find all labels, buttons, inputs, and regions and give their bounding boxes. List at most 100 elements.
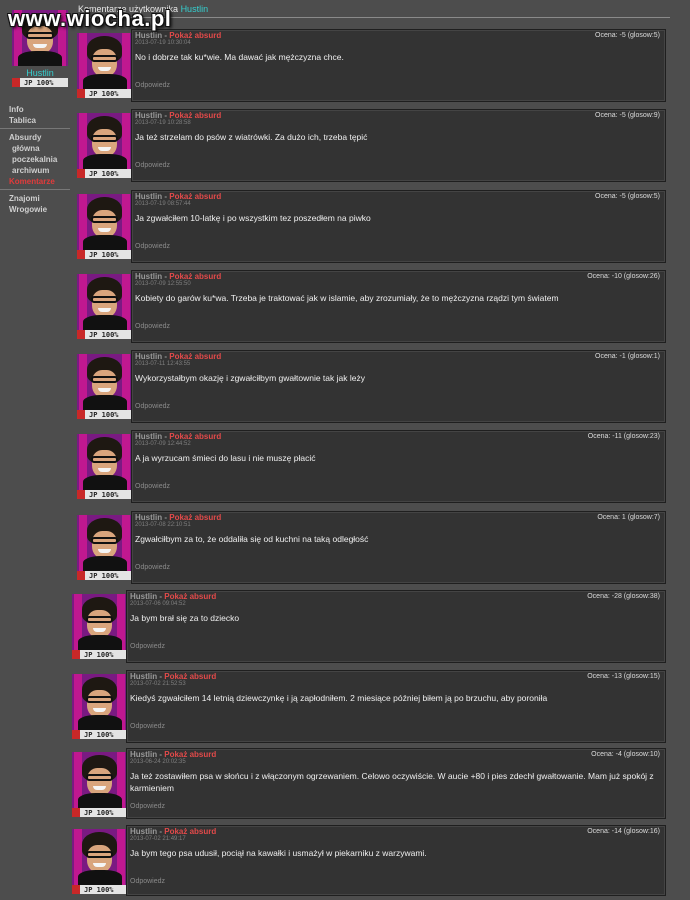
reply-link[interactable]: Odpowiedz [135,564,170,571]
comment-header: Hustlin - Pokaż absurd [135,272,221,281]
separator: - [164,272,168,281]
reply-link[interactable]: Odpowiedz [130,803,165,810]
jp-badge: JP 100% [77,330,132,339]
comment-avatar[interactable] [77,274,132,330]
comment-avatar[interactable] [77,33,132,89]
comment-avatar[interactable] [77,113,132,169]
show-absurd-link[interactable]: Pokaż absurd [164,827,216,836]
comment-rating: Ocena: -4 (glosow:10) [591,751,660,758]
comment-avatar[interactable] [77,515,132,571]
reply-link[interactable]: Odpowiedz [130,723,165,730]
comment-header: Hustlin - Pokaż absurd [135,111,221,120]
comment-timestamp: 2013-07-02 21:49:17 [130,836,186,842]
comment-avatar-block: JP 100% [77,434,132,500]
comment-rating: Ocena: -5 (glosow:9) [595,112,660,119]
show-absurd-link[interactable]: Pokaż absurd [169,111,221,120]
sidebar-item-3[interactable]: główna [0,143,70,154]
comment-avatar[interactable] [72,594,127,650]
sidebar-item-7[interactable]: Znajomi [0,193,70,204]
comment-avatar[interactable] [72,674,127,730]
jp-value: JP 100% [89,410,119,419]
show-absurd-link[interactable]: Pokaż absurd [169,432,221,441]
jp-badge: JP 100% [72,808,127,817]
comment-box: Hustlin - Pokaż absurd 2013-07-02 21:52:5… [126,670,666,743]
comment-avatar[interactable] [72,829,127,885]
comment-text: Kiedyś zgwałciłem 14 letnią dziewczynkę … [130,693,548,703]
comment-avatar-block: JP 100% [77,274,132,340]
comment: JP 100% Hustlin - Pokaż absurd 2013-07-19 … [73,189,666,263]
reply-link[interactable]: Odpowiedz [135,323,170,330]
comment-header: Hustlin - Pokaż absurd [135,432,221,441]
comment-timestamp: 2013-07-11 12:43:55 [135,361,191,367]
show-absurd-link[interactable]: Pokaż absurd [164,592,216,601]
comment-avatar[interactable] [77,434,132,490]
show-absurd-link[interactable]: Pokaż absurd [164,672,216,681]
comment-username[interactable]: Hustlin [135,513,162,522]
comment-timestamp: 2013-07-02 21:52:53 [130,681,186,687]
profile-username[interactable]: Hustlin [12,68,68,78]
show-absurd-link[interactable]: Pokaż absurd [169,513,221,522]
comment-username[interactable]: Hustlin [135,111,162,120]
reply-link[interactable]: Odpowiedz [135,82,170,89]
jp-icon [77,490,85,499]
separator: - [164,31,168,40]
sidebar-divider [0,128,70,129]
reply-link[interactable]: Odpowiedz [130,643,165,650]
jp-icon [72,808,80,817]
comment-rating: Ocena: -11 (glosow:23) [587,433,660,440]
comment-box: Hustlin - Pokaż absurd 2013-07-06 09:04:5… [126,590,666,663]
reply-link[interactable]: Odpowiedz [135,162,170,169]
show-absurd-link[interactable]: Pokaż absurd [169,31,221,40]
comment: JP 100% Hustlin - Pokaż absurd 2013-07-09 … [73,429,666,503]
sidebar-item-6[interactable]: Komentarze [0,176,70,187]
jp-icon [77,89,85,98]
sidebar-item-4[interactable]: poczekalnia [0,154,70,165]
sidebar-item-5[interactable]: archiwum [0,165,70,176]
jp-badge: JP 100% [72,730,127,739]
comment-username[interactable]: Hustlin [130,827,157,836]
header-username-link[interactable]: Hustlin [181,4,209,14]
jp-value: JP 100% [89,169,119,178]
reply-link[interactable]: Odpowiedz [135,483,170,490]
jp-badge: JP 100% [77,410,132,419]
comment: JP 100% Hustlin - Pokaż absurd 2013-07-08 … [73,510,666,584]
comment: JP 100% Hustlin - Pokaż absurd 2013-07-19 … [73,108,666,182]
reply-link[interactable]: Odpowiedz [130,878,165,885]
sidebar-item-8[interactable]: Wrogowie [0,204,70,215]
comment-header: Hustlin - Pokaż absurd [130,750,216,759]
comment-avatar[interactable] [72,752,127,808]
sidebar-item-2[interactable]: Absurdy [0,132,70,143]
comment-text: Zgwałciłbym za to, że oddaliła się od ku… [135,534,369,544]
comment-username[interactable]: Hustlin [135,31,162,40]
jp-value: JP 100% [84,730,114,739]
comment-box: Hustlin - Pokaż absurd 2013-07-11 12:43:5… [131,350,666,423]
comment-username[interactable]: Hustlin [135,192,162,201]
comment-username[interactable]: Hustlin [135,272,162,281]
comment-username[interactable]: Hustlin [130,672,157,681]
jp-icon [72,730,80,739]
show-absurd-link[interactable]: Pokaż absurd [169,352,221,361]
comment-username[interactable]: Hustlin [130,750,157,759]
jp-value: JP 100% [89,571,119,580]
comment-timestamp: 2013-07-06 09:04:52 [130,601,186,607]
comment: JP 100% Hustlin - Pokaż absurd 2013-07-11 … [73,349,666,423]
show-absurd-link[interactable]: Pokaż absurd [164,750,216,759]
comment-avatar[interactable] [77,354,132,410]
comment-box: Hustlin - Pokaż absurd 2013-07-19 10:28:5… [131,109,666,182]
comment-username[interactable]: Hustlin [135,432,162,441]
show-absurd-link[interactable]: Pokaż absurd [169,272,221,281]
sidebar-item-1[interactable]: Tablica [0,115,70,126]
comment-username[interactable]: Hustlin [130,592,157,601]
jp-icon [77,169,85,178]
comment-rating: Ocena: -1 (glosow:1) [595,353,660,360]
comment-avatar[interactable] [77,194,132,250]
show-absurd-link[interactable]: Pokaż absurd [169,192,221,201]
reply-link[interactable]: Odpowiedz [135,403,170,410]
reply-link[interactable]: Odpowiedz [135,243,170,250]
separator: - [159,592,163,601]
sidebar-item-0[interactable]: Info [0,104,70,115]
comment-username[interactable]: Hustlin [135,352,162,361]
comment-timestamp: 2013-07-08 22:10:51 [135,522,191,528]
comment-box: Hustlin - Pokaż absurd 2013-07-02 21:49:1… [126,825,666,896]
comment-box: Hustlin - Pokaż absurd 2013-07-09 12:55:5… [131,270,666,343]
